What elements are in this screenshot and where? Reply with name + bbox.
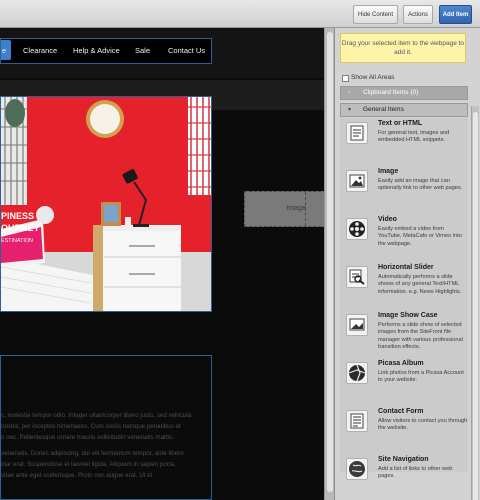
paragraph-line: nostra, per inceptos himenaeos. Cum soci… [1,423,181,430]
actions-button[interactable]: Actions [403,5,433,24]
item-title: Picasa Album [378,360,424,367]
item-title: Site Navigation [378,456,429,463]
site-navigation-icon [346,458,368,480]
item-title: Image Show Case [378,312,438,319]
item-description: Automatically performs a slide shows of … [378,274,462,295]
item-description: Easily embed a video from YouTube, MetaC… [378,226,462,247]
contact-form-icon [346,410,368,432]
general-section-label: General Items [363,106,404,113]
item-text-html[interactable]: Text or HTML For general text, images an… [340,120,468,168]
item-image-show-case[interactable]: Image Show Case Performs a slide show of… [340,312,468,360]
site-nav-bar: e Clearance Help & Advice Sale Contact U… [0,38,212,64]
item-site-navigation[interactable]: Site Navigation Add a list of links to o… [340,456,468,500]
nav-item-clearance[interactable]: Clearance [23,39,57,63]
paragraph-line: vitae ante eget scelerisque. Proin non a… [1,472,153,479]
item-image[interactable]: Image Easily add an image that can optio… [340,168,468,216]
panel-scrollbar[interactable] [471,106,479,500]
item-description: Performs a slide show of selected images… [378,322,463,351]
add-item-panel: Drag your selected item to the webpage t… [334,28,480,500]
chevron-right-icon: › [348,90,350,96]
chevron-down-icon: ▾ [348,107,352,113]
item-picasa-album[interactable]: Picasa Album Link photos from a Picasa A… [340,360,468,408]
panel-scrollbar-thumb[interactable] [473,112,478,500]
show-all-areas-checkbox[interactable] [342,75,349,82]
item-title: Contact Form [378,408,424,415]
item-description: Add a list of links to other web pages. [378,466,453,480]
show-all-areas-label: Show All Areas [351,74,395,81]
text-html-icon [346,122,368,144]
picasa-icon [346,362,368,384]
paragraph-line: venenatis. Donec adipiscing, dui vel fer… [1,450,184,457]
slider-icon [346,266,368,288]
canvas-scrollbar[interactable] [324,28,334,500]
item-title: Image [378,168,399,175]
item-title: Video [378,216,397,223]
nav-item-home[interactable]: e [2,39,6,63]
item-horizontal-slider[interactable]: Horizontal Slider Automatically performs… [340,264,468,312]
content-text-block[interactable]: c, molestie tempor odio. Integer ullamco… [0,355,212,500]
item-title: Horizontal Slider [378,264,434,271]
item-description: Link photos from a Picasa Account to you… [378,370,464,384]
item-title: Text or HTML [378,120,423,127]
hero-text-line1: PINESS [1,211,35,221]
drag-hint-box: Drag your selected item to the webpage t… [340,33,466,63]
hero-text-line2: OURNEY [1,223,40,233]
hero-image-block[interactable]: PINESS OURNEY ESTINATION [0,96,212,312]
image-icon [346,170,368,192]
item-description: Easily add an image that can optionally … [378,178,463,192]
item-video[interactable]: Video Easily embed a video from YouTube,… [340,216,468,264]
add-item-button[interactable]: Add Item [439,5,472,24]
item-description: Allow visitors to contact you through th… [378,418,468,432]
clipboard-section-header[interactable]: › Clipboard Items (0) [340,86,468,100]
top-toolbar: Hide Content Actions Add Item [0,0,480,28]
paragraph-line: o nec. Pellentesque ornare mauris sollic… [1,434,174,441]
general-section-header[interactable]: ▾ General Items [340,103,468,117]
paragraph-line: inar erat. Suspendisse et laoreet ligula… [1,461,176,468]
clipboard-section-label: Clipboard Items (0) [363,89,419,96]
page-canvas: e Clearance Help & Advice Sale Contact U… [0,28,334,500]
item-description: For general text, images and embedded HT… [378,130,450,144]
video-icon [346,218,368,240]
hero-text-line3: ESTINATION [1,238,33,244]
paragraph-line: c, molestie tempor odio. Integer ullamco… [1,412,192,419]
nav-item-sale[interactable]: Sale [135,39,150,63]
bedroom-photo [1,97,211,311]
general-items-list: Text or HTML For general text, images an… [340,118,468,480]
item-contact-form[interactable]: Contact Form Allow visitors to contact y… [340,408,468,456]
nav-item-help-advice[interactable]: Help & Advice [73,39,120,63]
nav-item-contact[interactable]: Contact Us [168,39,205,63]
showcase-icon [346,314,368,336]
hide-content-button[interactable]: Hide Content [353,5,398,24]
canvas-scrollbar-thumb[interactable] [327,32,333,492]
